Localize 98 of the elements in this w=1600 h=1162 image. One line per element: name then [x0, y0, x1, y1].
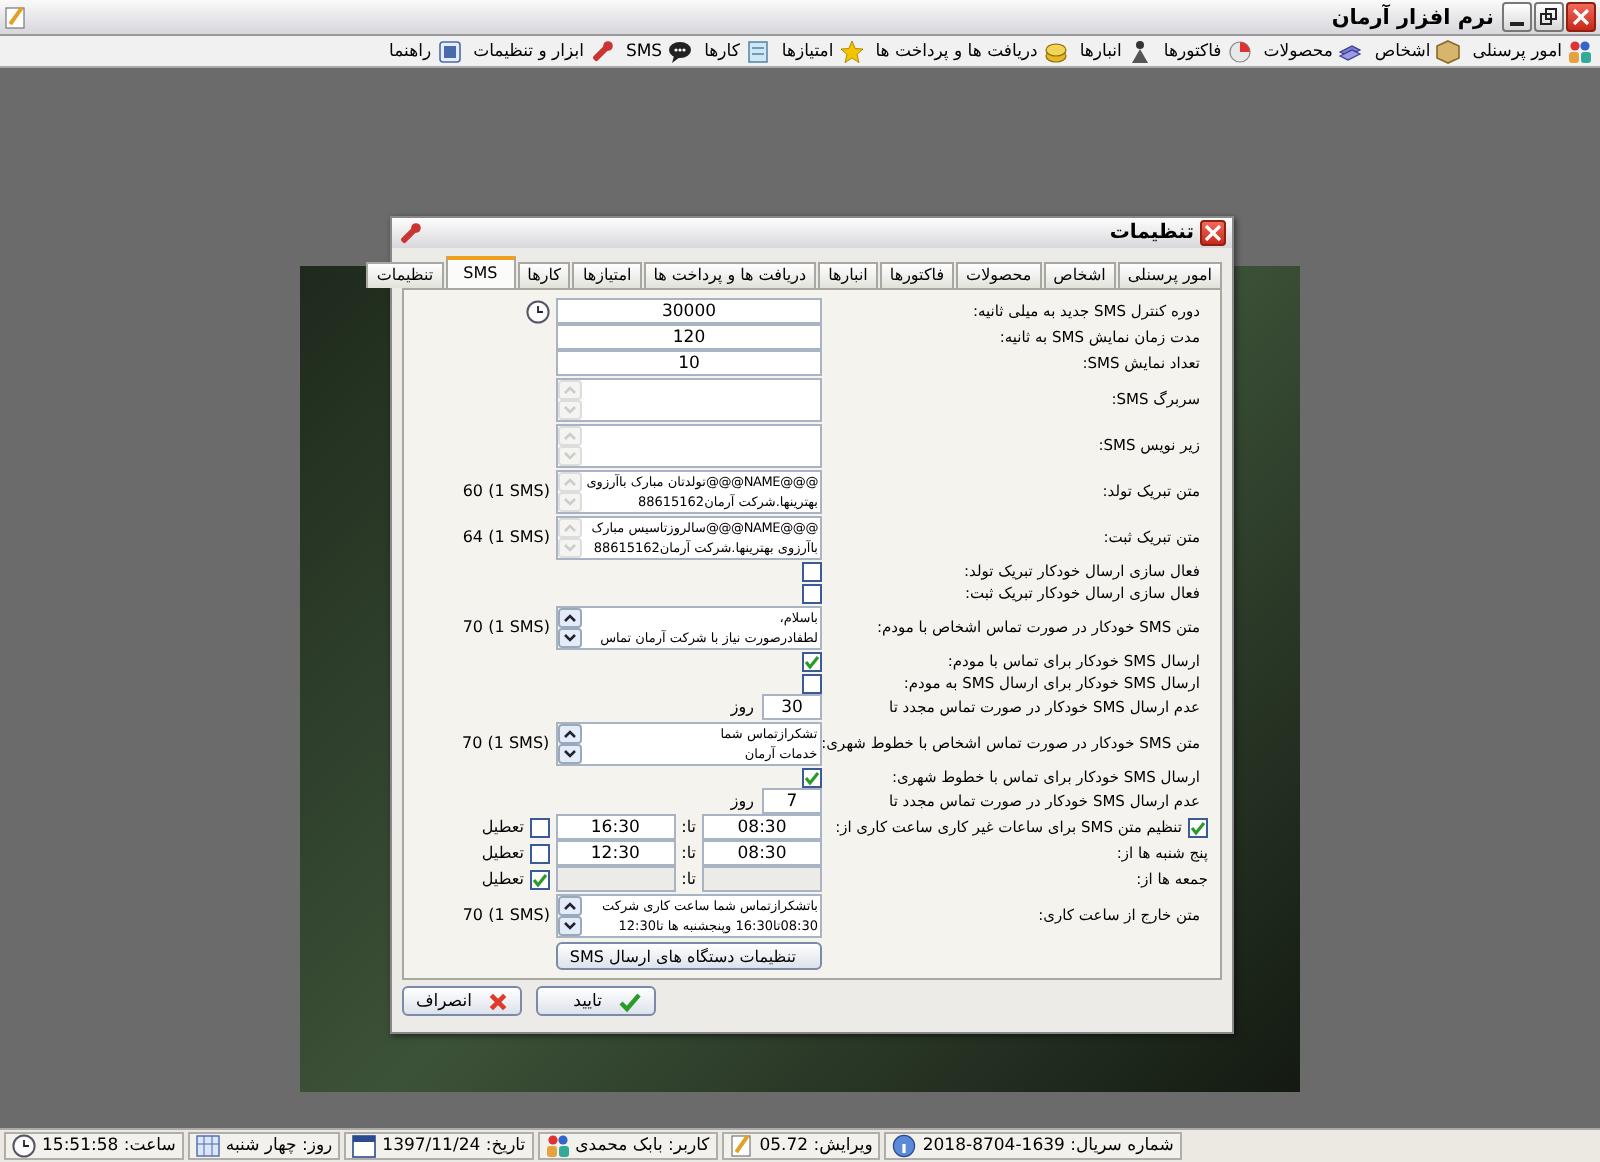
- restore-icon: [1540, 8, 1558, 26]
- menu-item[interactable]: امتیازها: [781, 39, 864, 63]
- checkmark-icon: [804, 653, 820, 669]
- character-count: 70 (1 SMS): [462, 734, 550, 752]
- checkmark-icon: [1190, 819, 1206, 835]
- close-icon: [1572, 8, 1590, 26]
- menu-item[interactable]: ابزار و تنظیمات: [473, 39, 614, 63]
- time-field[interactable]: 16:30: [555, 814, 676, 840]
- character-count: 64 (1 SMS): [462, 528, 550, 546]
- checkbox[interactable]: [802, 651, 822, 671]
- checkbox[interactable]: [530, 817, 550, 837]
- tab[interactable]: SMS: [445, 256, 516, 288]
- device-settings-button[interactable]: تنظیمات دستگاه های ارسال SMS: [556, 942, 822, 970]
- checkbox[interactable]: [802, 583, 822, 603]
- people-icon: [1568, 39, 1592, 63]
- tab[interactable]: کارها: [517, 262, 571, 288]
- confirm-button[interactable]: تایید: [536, 986, 656, 1016]
- star-icon: [839, 39, 864, 63]
- tab[interactable]: محصولات: [956, 262, 1042, 288]
- speech-bubble-icon: [668, 39, 693, 63]
- menu-item[interactable]: SMS: [625, 39, 693, 63]
- status-panel: روز: چهار شنبه: [187, 1132, 341, 1160]
- time-field[interactable]: 08:30: [702, 840, 822, 866]
- close-icon: [1204, 224, 1222, 242]
- scroll-bar[interactable]: [558, 607, 582, 647]
- window-title: نرم افزار آرمان: [1331, 5, 1494, 29]
- character-count: 70 (1 SMS): [462, 618, 550, 636]
- menu-item[interactable]: محصولات: [1263, 39, 1363, 63]
- tab[interactable]: امور پرسنلی: [1117, 262, 1222, 288]
- status-panel: کاربر: بابک محمدی: [537, 1132, 718, 1160]
- closed-label: تعطیل: [481, 818, 524, 836]
- tab[interactable]: فاکتورها: [879, 262, 955, 288]
- menu-item[interactable]: انبارها: [1079, 39, 1152, 63]
- info-icon: [892, 1134, 917, 1158]
- menu-item[interactable]: کارها: [704, 39, 770, 63]
- character-count: 60 (1 SMS): [462, 482, 550, 500]
- check-icon: [618, 989, 642, 1013]
- pencil-icon: [4, 5, 28, 29]
- checkbox[interactable]: [802, 561, 822, 581]
- menu-item[interactable]: دریافت ها و پرداخت ها: [875, 39, 1068, 63]
- calendar-grid-icon: [195, 1134, 220, 1158]
- to-label: تا:: [681, 818, 696, 836]
- menu-item[interactable]: امور پرسنلی: [1472, 39, 1592, 63]
- to-label: تا:: [681, 844, 696, 862]
- status-panel: شماره سریال: 1639-8704-2018: [884, 1132, 1182, 1160]
- calendar-icon: [352, 1134, 377, 1158]
- tab[interactable]: اشخاص: [1043, 262, 1116, 288]
- note-icon: [745, 39, 770, 63]
- people-icon: [545, 1134, 570, 1158]
- menu-item[interactable]: راهنما: [389, 39, 462, 63]
- clock-icon: [12, 1134, 36, 1158]
- number-field[interactable]: 30000: [556, 298, 822, 324]
- coins-icon: [1043, 39, 1068, 63]
- clock-icon: [526, 299, 550, 323]
- tab[interactable]: انبارها: [818, 262, 878, 288]
- menu-item[interactable]: فاکتورها: [1163, 39, 1252, 63]
- checkbox[interactable]: [1188, 817, 1208, 837]
- days-field[interactable]: 30: [762, 694, 822, 720]
- figure-icon: [1127, 39, 1152, 63]
- unit-label: روز: [730, 792, 754, 810]
- to-label: تا:: [681, 870, 696, 888]
- number-field[interactable]: 120: [556, 324, 822, 350]
- tab[interactable]: امتیازها: [572, 262, 642, 288]
- scroll-bar[interactable]: [558, 379, 582, 419]
- close-button[interactable]: [1200, 220, 1226, 246]
- time-field[interactable]: 12:30: [555, 840, 676, 866]
- tab[interactable]: دریافت ها و پرداخت ها: [643, 262, 817, 288]
- restore-button[interactable]: [1534, 2, 1564, 32]
- closed-label: تعطیل: [481, 844, 524, 862]
- unit-label: روز: [730, 698, 754, 716]
- close-button[interactable]: [1566, 2, 1596, 32]
- scroll-bar[interactable]: [558, 471, 582, 511]
- scroll-bar[interactable]: [558, 895, 582, 935]
- minimize-icon: [1510, 21, 1524, 25]
- scroll-bar[interactable]: [557, 723, 582, 763]
- character-count: 70 (1 SMS): [462, 906, 550, 924]
- cross-icon: [487, 989, 508, 1013]
- number-field[interactable]: 10: [556, 350, 822, 376]
- dialog-title: تنظیمات: [1109, 222, 1194, 244]
- status-panel: ساعت: 15:51:58: [4, 1132, 184, 1160]
- scroll-bar[interactable]: [558, 517, 582, 557]
- pencil-icon: [729, 1134, 754, 1158]
- status-panel: تاریخ: 1397/11/24: [344, 1132, 534, 1160]
- time-field[interactable]: 08:30: [702, 814, 822, 840]
- checkbox[interactable]: [802, 673, 822, 693]
- days-field[interactable]: 7: [762, 788, 822, 814]
- menu-item[interactable]: اشخاص: [1374, 39, 1461, 63]
- checkmark-icon: [532, 871, 548, 887]
- checkbox[interactable]: [530, 843, 550, 863]
- minimize-button[interactable]: [1502, 2, 1532, 32]
- cancel-button[interactable]: انصراف: [402, 986, 522, 1016]
- closed-label: تعطیل: [481, 870, 524, 888]
- scroll-bar[interactable]: [558, 425, 582, 465]
- tab[interactable]: تنظیمات: [366, 262, 444, 288]
- checkmark-icon: [804, 769, 820, 785]
- checkbox[interactable]: [802, 767, 822, 787]
- wrench-icon: [398, 221, 422, 245]
- status-panel: ویرایش: 05.72: [721, 1132, 881, 1160]
